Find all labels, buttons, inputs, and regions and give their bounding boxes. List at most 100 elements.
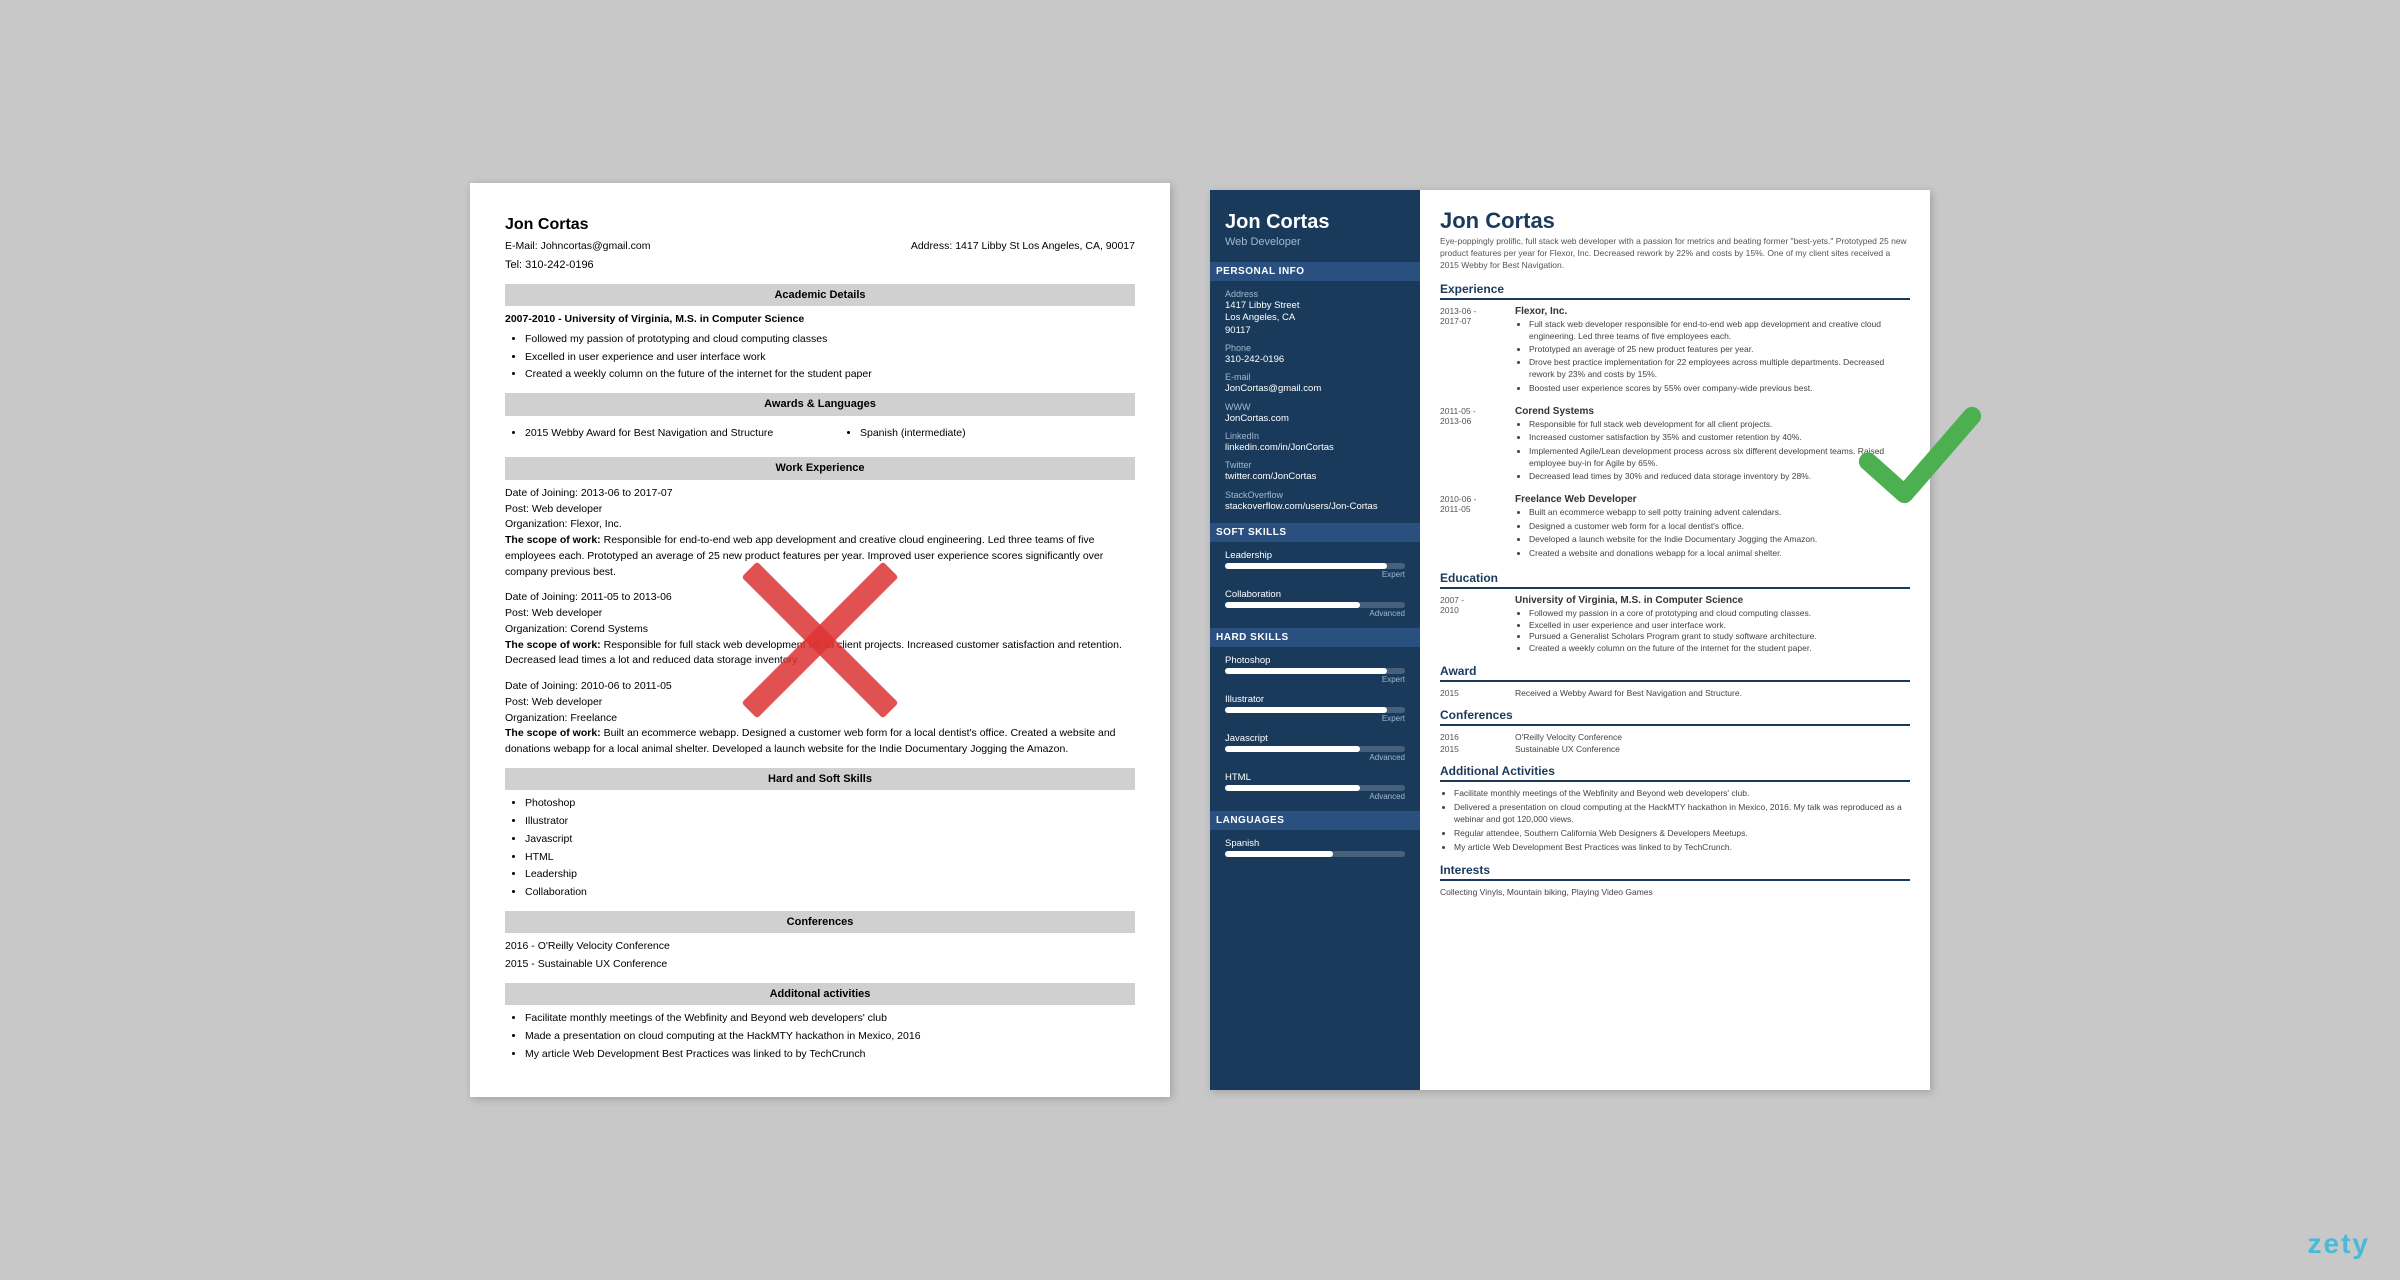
skill-spanish-label: Spanish [1225,838,1405,849]
exp-date-3: 2010-06 - 2011-05 [1440,494,1505,561]
skill-javascript-track [1225,746,1405,752]
sidebar-email: JonCortas@gmail.com [1225,383,1405,395]
left-activities-list: Facilitate monthly meetings of the Webfi… [505,1011,1135,1062]
left-academic-header: Academic Details [505,284,1135,307]
skill-leadership-sublabel: Expert [1225,570,1405,579]
list-item: Full stack web developer responsible for… [1529,319,1910,343]
edu-entry-1: 2007 - 2010 University of Virginia, M.S.… [1440,595,1910,654]
phone-label: Phone [1225,343,1405,353]
edu-school-1: University of Virginia, M.S. in Computer… [1515,595,1817,606]
list-item: Javascript [525,832,1135,848]
award-desc-1: Received a Webby Award for Best Navigati… [1515,688,1742,698]
education-title: Education [1440,571,1910,589]
list-item: 2015 Webby Award for Best Navigation and… [525,426,800,442]
exp-content-3: Freelance Web Developer Built an ecommer… [1515,494,1817,561]
list-item: Followed my passion of prototyping and c… [525,332,1135,348]
list-item: Followed my passion in a core of prototy… [1529,608,1817,618]
left-address: Address: 1417 Libby St Los Angeles, CA, … [911,239,1135,255]
activities-title: Additional Activities [1440,764,1910,782]
left-resume: Jon Cortas E-Mail: Johncortas@gmail.com … [470,183,1170,1096]
sidebar-phone: 310-242-0196 [1225,354,1405,366]
interests-text: Collecting Vinyls, Mountain biking, Play… [1440,887,1910,897]
skill-collaboration-track [1225,602,1405,608]
work-post-3: Post: Web developer [505,695,1135,711]
skill-leadership-track [1225,563,1405,569]
conf-name-2: Sustainable UX Conference [1515,744,1620,754]
hard-skills-title: Hard Skills [1210,628,1420,647]
list-item: Spanish (intermediate) [860,426,1135,442]
skill-illustrator-fill [1225,707,1387,713]
skill-collaboration-sublabel: Advanced [1225,609,1405,618]
sidebar-stackoverflow: stackoverflow.com/users/Jon-Cortas [1225,501,1405,513]
skill-photoshop-track [1225,668,1405,674]
skill-spanish-fill [1225,851,1333,857]
left-address-value: 1417 Libby St Los Angeles, CA, 90017 [955,240,1135,252]
work-org-2: Organization: Corend Systems [505,622,1135,638]
list-item: Made a presentation on cloud computing a… [525,1029,1135,1045]
list-item: Decreased lead times by 30% and reduced … [1529,471,1910,483]
list-item: Pursued a Generalist Scholars Program gr… [1529,631,1817,641]
zety-brand: zety [2308,1228,2370,1260]
right-resume-wrapper: Jon Cortas Web Developer Personal Info A… [1210,190,1930,1090]
skill-collaboration-label: Collaboration [1225,589,1405,600]
list-item: Designed a customer web form for a local… [1529,521,1817,533]
skill-leadership-fill [1225,563,1387,569]
sidebar-twitter: twitter.com/JonCortas [1225,471,1405,483]
edu-bullets-1: Followed my passion in a core of prototy… [1515,608,1817,653]
left-activities-header: Additonal activities [505,983,1135,1006]
work-date-3: Date of Joining: 2010-06 to 2011-05 [505,679,1135,695]
list-item: My article Web Development Best Practice… [525,1047,1135,1063]
list-item: Created a weekly column on the future of… [1529,643,1817,653]
work-org-3: Organization: Freelance [505,711,1135,727]
exp-company-1: Flexor, Inc. [1515,306,1910,317]
work-date-1: Date of Joining: 2013-06 to 2017-07 [505,486,1135,502]
skill-javascript: Javascript Advanced [1225,733,1405,762]
work-entry-1: Date of Joining: 2013-06 to 2017-07 Post… [505,486,1135,581]
www-label: WWW [1225,402,1405,412]
skill-javascript-fill [1225,746,1360,752]
skill-photoshop-label: Photoshop [1225,655,1405,666]
work-org-label: Organization: Flexor, Inc. [505,518,622,530]
sidebar-linkedin: linkedin.com/in/JonCortas [1225,442,1405,454]
list-item: Excelled in user experience and user int… [1529,620,1817,630]
conf-year-1: 2016 [1440,732,1505,742]
left-awards-header: Awards & Languages [505,393,1135,416]
exp-bullets-3: Built an ecommerce webapp to sell potty … [1515,507,1817,559]
list-item: Photoshop [525,796,1135,812]
personal-info-title: Personal Info [1210,262,1420,281]
stackoverflow-label: StackOverflow [1225,490,1405,500]
list-item: HTML [525,850,1135,866]
main-name: Jon Cortas [1440,208,1910,234]
list-item: Facilitate monthly meetings of the Webfi… [1454,788,1910,800]
linkedin-label: LinkedIn [1225,431,1405,441]
scope-label-3: The scope of work: [505,727,601,739]
left-academic-entry: 2007-2010 - University of Virginia, M.S.… [505,312,1135,328]
main-tagline: Eye-poppingly prolific, full stack web d… [1440,236,1910,272]
conferences-title: Conferences [1440,708,1910,726]
edu-content-1: University of Virginia, M.S. in Computer… [1515,595,1817,654]
list-item: Increased customer satisfaction by 35% a… [1529,432,1910,444]
list-item: Created a website and donations webapp f… [1529,548,1817,560]
skill-photoshop-sublabel: Expert [1225,675,1405,684]
right-resume: Jon Cortas Web Developer Personal Info A… [1210,190,1930,1090]
work-scope-3: The scope of work: Built an ecommerce we… [505,726,1135,758]
twitter-label: Twitter [1225,460,1405,470]
list-item: Implemented Agile/Lean development proce… [1529,446,1910,470]
skill-spanish: Spanish [1225,838,1405,857]
list-item: Leadership [525,867,1135,883]
left-awards-row: 2015 Webby Award for Best Navigation and… [505,422,1135,448]
skill-javascript-label: Javascript [1225,733,1405,744]
edu-date-1: 2007 - 2010 [1440,595,1505,654]
work-entry-3: Date of Joining: 2010-06 to 2011-05 Post… [505,679,1135,758]
resume-main: Jon Cortas Eye-poppingly prolific, full … [1420,190,1930,1090]
left-skills-list: Photoshop Illustrator Javascript HTML Le… [505,796,1135,901]
exp-date-2: 2011-05 - 2013-06 [1440,406,1505,484]
left-address-label: Address: [911,240,952,252]
conf-name-1: O'Reilly Velocity Conference [1515,732,1622,742]
left-academic-list: Followed my passion of prototyping and c… [505,332,1135,383]
skill-collaboration-fill [1225,602,1360,608]
work-post-1: Post: Web developer [505,502,1135,518]
skill-photoshop: Photoshop Expert [1225,655,1405,684]
skill-illustrator-sublabel: Expert [1225,714,1405,723]
skill-illustrator-track [1225,707,1405,713]
